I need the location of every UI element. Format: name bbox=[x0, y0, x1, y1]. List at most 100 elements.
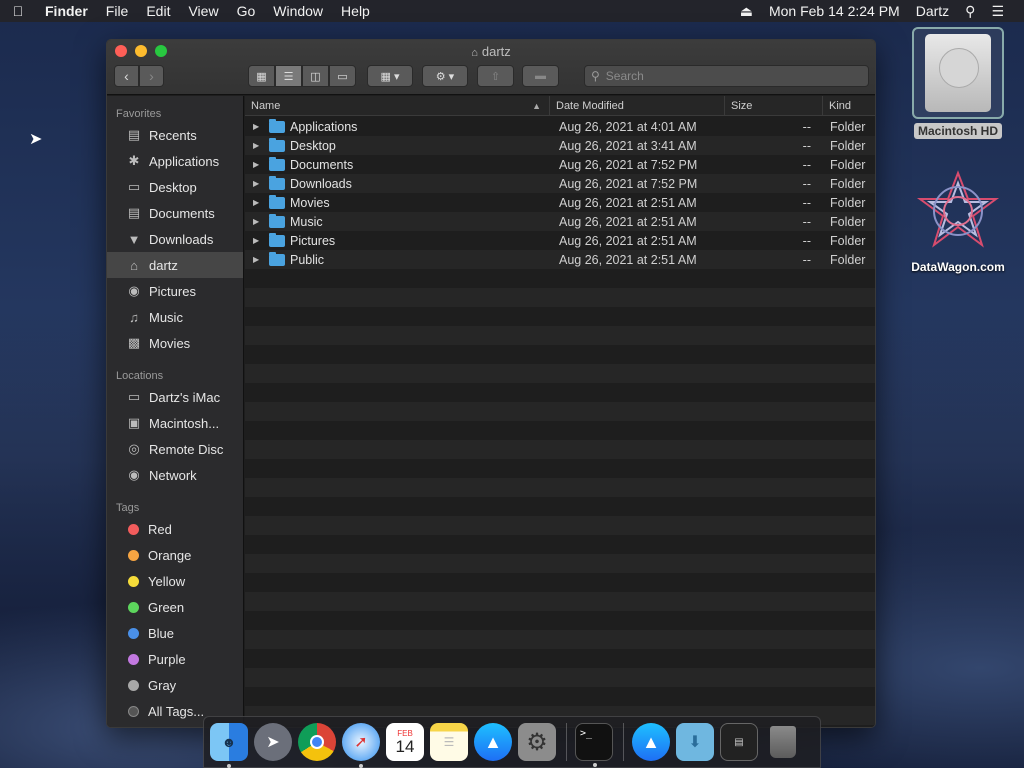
sidebar-item-desktop[interactable]: ▭ Desktop bbox=[107, 174, 243, 200]
sidebar-item-label: dartz bbox=[149, 257, 178, 273]
table-row[interactable]: ▶ Downloads Aug 26, 2021 at 7:52 PM -- Fo… bbox=[245, 174, 875, 193]
apple-menu-icon[interactable]:  bbox=[0, 3, 36, 19]
grid-icon: ▦ bbox=[256, 70, 267, 83]
sidebar-item-label: Purple bbox=[148, 651, 186, 667]
dock-app-store-downloads[interactable]: ▲ bbox=[632, 723, 670, 761]
table-row[interactable]: ▶ Movies Aug 26, 2021 at 2:51 AM -- Folde… bbox=[245, 193, 875, 212]
menu-go[interactable]: Go bbox=[228, 3, 265, 19]
edit-tags-button[interactable]: ▬ bbox=[522, 65, 559, 87]
file-date: Aug 26, 2021 at 3:41 AM bbox=[559, 138, 697, 153]
menu-user[interactable]: Dartz bbox=[908, 3, 957, 19]
column-header-name[interactable]: Name ▲ bbox=[245, 95, 550, 116]
dock-finder[interactable]: ☻ bbox=[210, 723, 248, 768]
tag-color-dot bbox=[128, 653, 139, 665]
table-row[interactable]: ▶ Documents Aug 26, 2021 at 7:52 PM -- Fo… bbox=[245, 155, 875, 174]
dock-terminal[interactable]: >_ bbox=[575, 723, 613, 767]
sidebar-tag-green[interactable]: Green bbox=[107, 594, 243, 620]
window-titlebar[interactable]: ⌂ dartz ‹ › ▦ ☰ ◫ ▭ ▦ ▾ ⚙ ▾ ⇧ ▬ ⚲ bbox=[107, 40, 875, 95]
gallery-view-button[interactable]: ▭ bbox=[329, 65, 356, 87]
search-input[interactable] bbox=[605, 69, 846, 83]
search-field[interactable]: ⚲ bbox=[584, 65, 869, 87]
sidebar-item-macintosh-hd[interactable]: ▣ Macintosh... bbox=[107, 410, 243, 436]
sidebar-item-pictures[interactable]: ◉ Pictures bbox=[107, 278, 243, 304]
disclosure-triangle-icon[interactable]: ▶ bbox=[253, 236, 269, 245]
terminal-prompt-icon: >_ bbox=[580, 728, 593, 739]
sidebar-item-applications[interactable]: ✱ Applications bbox=[107, 148, 243, 174]
table-row[interactable]: ▶ Desktop Aug 26, 2021 at 3:41 AM -- Fold… bbox=[245, 136, 875, 155]
sidebar-item-downloads[interactable]: ▼ Downloads bbox=[107, 226, 243, 252]
spotlight-search-icon[interactable]: ⚲ bbox=[957, 3, 983, 20]
sidebar-item-music[interactable]: ♫ Music bbox=[107, 304, 243, 330]
file-kind: Folder bbox=[830, 138, 866, 153]
menu-clock[interactable]: Mon Feb 14 2:24 PM bbox=[761, 3, 908, 19]
notification-center-icon[interactable]: ☰ bbox=[983, 3, 1012, 20]
sidebar-item-recents[interactable]: ▤ Recents bbox=[107, 122, 243, 148]
sidebar-tag-gray[interactable]: Gray bbox=[107, 672, 243, 698]
icon-view-button[interactable]: ▦ bbox=[248, 65, 275, 87]
column-view-button[interactable]: ◫ bbox=[302, 65, 329, 87]
menu-edit[interactable]: Edit bbox=[137, 3, 179, 19]
file-name: Applications bbox=[290, 119, 358, 134]
table-row[interactable]: ▶ Public Aug 26, 2021 at 2:51 AM -- Folde… bbox=[245, 250, 875, 269]
action-menu-button[interactable]: ⚙ ▾ bbox=[422, 65, 468, 87]
group-by-button[interactable]: ▦ ▾ bbox=[367, 65, 413, 87]
desktop-icon-macintosh-hd[interactable]: Macintosh HD bbox=[908, 27, 1008, 139]
table-row[interactable]: ▶ Pictures Aug 26, 2021 at 2:51 AM -- Fol… bbox=[245, 231, 875, 250]
column-header-row: Name ▲ Date Modified Size Kind bbox=[245, 95, 875, 116]
sidebar-item-dartz[interactable]: ⌂ dartz bbox=[107, 252, 243, 278]
sidebar-item-imac[interactable]: ▭ Dartz's iMac bbox=[107, 384, 243, 410]
list-view-button[interactable]: ☰ bbox=[275, 65, 302, 87]
compass-icon: ➚ bbox=[354, 734, 368, 751]
desktop-icon-datawagon[interactable]: DataWagon.com bbox=[902, 168, 1014, 274]
column-header-date[interactable]: Date Modified bbox=[550, 95, 725, 116]
disclosure-triangle-icon[interactable]: ▶ bbox=[253, 160, 269, 169]
menu-bar:  Finder File Edit View Go Window Help ⏏… bbox=[0, 0, 1024, 22]
menu-window[interactable]: Window bbox=[264, 3, 332, 19]
sidebar-item-network[interactable]: ◉ Network bbox=[107, 462, 243, 488]
sidebar-item-remote-disc[interactable]: ◎ Remote Disc bbox=[107, 436, 243, 462]
back-button[interactable]: ‹ bbox=[114, 65, 139, 87]
dock-calendar[interactable]: FEB 14 bbox=[386, 723, 424, 761]
column-header-kind[interactable]: Kind bbox=[823, 96, 875, 116]
file-size: -- bbox=[802, 157, 811, 172]
menu-file[interactable]: File bbox=[97, 3, 138, 19]
sidebar-tag-orange[interactable]: Orange bbox=[107, 542, 243, 568]
disclosure-triangle-icon[interactable]: ▶ bbox=[253, 217, 269, 226]
dock-system-preferences[interactable]: ⚙ bbox=[518, 723, 556, 761]
sidebar-tag-yellow[interactable]: Yellow bbox=[107, 568, 243, 594]
disclosure-triangle-icon[interactable]: ▶ bbox=[253, 255, 269, 264]
dock-downloads-folder[interactable]: ⬇ bbox=[676, 723, 714, 761]
dock-chrome[interactable] bbox=[298, 723, 336, 761]
forward-button[interactable]: › bbox=[139, 65, 164, 87]
menu-view[interactable]: View bbox=[179, 3, 227, 19]
column-header-size[interactable]: Size bbox=[725, 95, 823, 116]
sidebar-tag-red[interactable]: Red bbox=[107, 516, 243, 542]
tag-color-dot bbox=[128, 575, 139, 587]
disclosure-triangle-icon[interactable]: ▶ bbox=[253, 179, 269, 188]
table-row[interactable]: ▶ Music Aug 26, 2021 at 2:51 AM -- Folder bbox=[245, 212, 875, 231]
disclosure-triangle-icon[interactable]: ▶ bbox=[253, 122, 269, 131]
table-row[interactable]: ▶ Applications Aug 26, 2021 at 4:01 AM --… bbox=[245, 117, 875, 136]
file-size: -- bbox=[802, 214, 811, 229]
file-size: -- bbox=[802, 233, 811, 248]
share-button[interactable]: ⇧ bbox=[477, 65, 514, 87]
dock-app-store[interactable]: ▲ bbox=[474, 723, 512, 761]
disc-icon: ◎ bbox=[128, 441, 140, 456]
desktop-icon-label: DataWagon.com bbox=[911, 260, 1005, 274]
dock-screenshot-stack[interactable]: ▤ bbox=[720, 723, 758, 761]
dock-launchpad[interactable]: ➤ bbox=[254, 723, 292, 761]
sidebar-item-documents[interactable]: ▤ Documents bbox=[107, 200, 243, 226]
disclosure-triangle-icon[interactable]: ▶ bbox=[253, 141, 269, 150]
menu-app-name[interactable]: Finder bbox=[36, 3, 97, 19]
folder-icon bbox=[269, 175, 285, 190]
sidebar-tag-purple[interactable]: Purple bbox=[107, 646, 243, 672]
eject-icon[interactable]: ⏏ bbox=[732, 3, 761, 20]
dock-trash[interactable] bbox=[764, 723, 802, 761]
disclosure-triangle-icon[interactable]: ▶ bbox=[253, 198, 269, 207]
dock-notes[interactable]: ☰ bbox=[430, 723, 468, 761]
menu-help[interactable]: Help bbox=[332, 3, 379, 19]
dock-safari[interactable]: ➚ bbox=[342, 723, 380, 768]
sidebar-tag-blue[interactable]: Blue bbox=[107, 620, 243, 646]
globe-icon: ◉ bbox=[128, 467, 140, 482]
sidebar-item-movies[interactable]: ▩ Movies bbox=[107, 330, 243, 356]
